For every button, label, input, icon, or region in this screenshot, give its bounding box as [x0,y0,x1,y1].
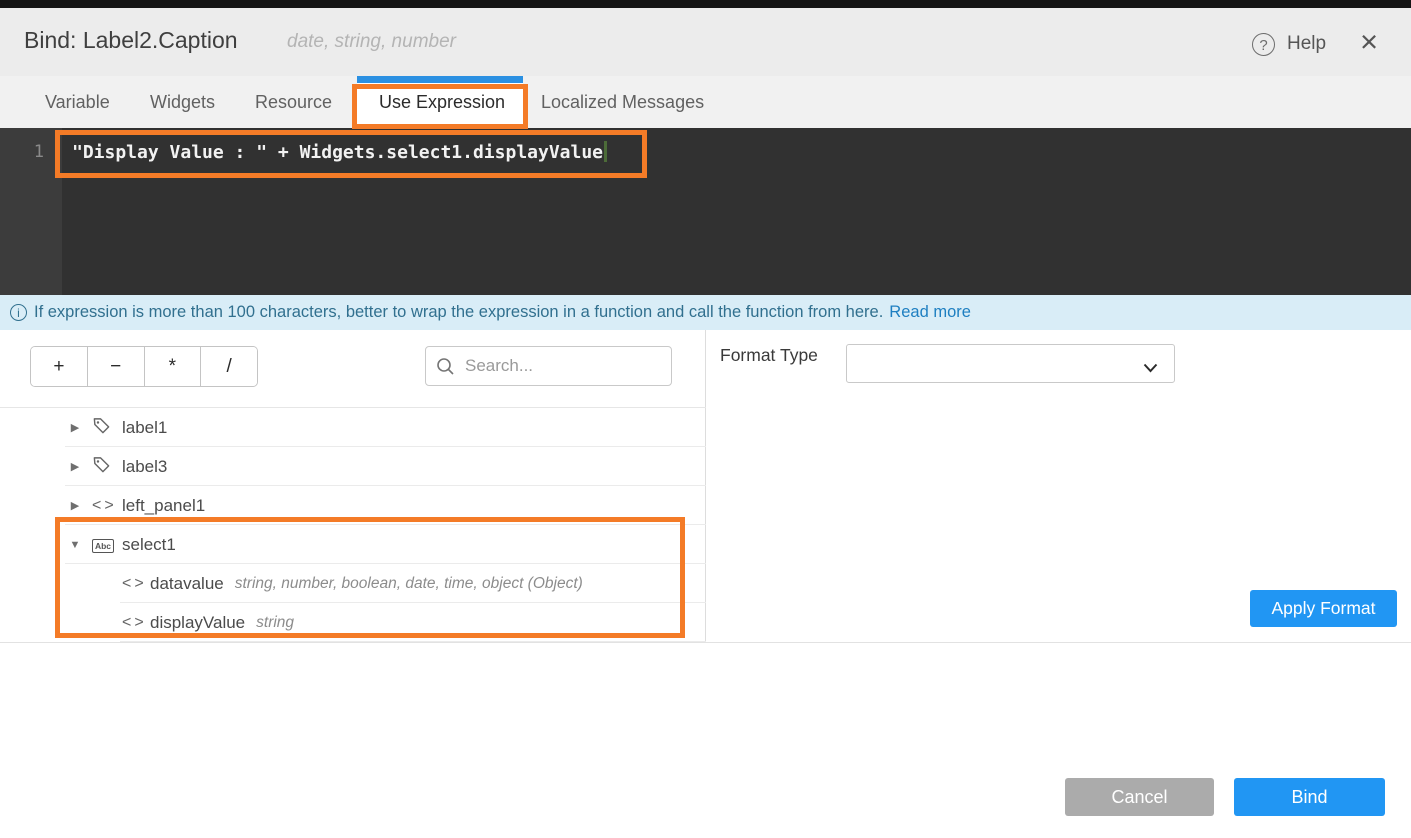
read-more-link[interactable]: Read more [889,303,971,322]
help-button[interactable]: ? Help [1252,30,1326,58]
tab-widgets[interactable]: Widgets [150,76,215,128]
tag-icon [92,455,111,479]
background-app-strip [0,0,1411,8]
caret-right-icon[interactable]: ▶ [68,460,82,473]
search-input[interactable] [463,355,661,377]
tag-icon [92,416,111,440]
dialog-subtitle: date, string, number [287,31,456,53]
operator-divide-button[interactable]: / [201,347,257,386]
tree-item-datavalue[interactable]: <> datavalue string, number, boolean, da… [0,564,706,603]
operator-add-button[interactable]: + [31,347,88,386]
tab-use-expression[interactable]: Use Expression [379,76,505,128]
expression-text: "Display Value : " + Widgets.select1.dis… [72,142,603,163]
code-icon: <> [92,497,117,515]
tree-item-label1[interactable]: ▶ label1 [0,408,706,447]
caret-right-icon[interactable]: ▶ [68,499,82,512]
operator-subtract-button[interactable]: − [88,347,145,386]
cancel-button[interactable]: Cancel [1065,778,1214,816]
code-icon: <> [122,575,147,593]
tree-item-type-hint: string, number, boolean, date, time, obj… [235,575,583,593]
operator-button-group: + − * / [30,346,258,387]
tree-item-displayvalue[interactable]: <> displayValue string [0,603,706,642]
help-icon: ? [1252,33,1275,56]
dialog-title: Bind: Label2.Caption [24,27,238,54]
tree-item-label: label3 [122,457,167,477]
caret-right-icon[interactable]: ▶ [68,421,82,434]
editor-line-number: 1 [0,142,44,162]
tab-resource[interactable]: Resource [255,76,332,128]
expression-code-line[interactable]: "Display Value : " + Widgets.select1.dis… [72,141,607,163]
caret-down-icon[interactable]: ▼ [68,539,82,551]
search-box[interactable] [425,346,672,386]
close-icon[interactable]: × [1360,22,1378,62]
tree-item-label: label1 [122,418,167,438]
select-widget-icon: Abc [92,536,114,554]
info-bar: i If expression is more than 100 charact… [0,295,1411,330]
tree-item-label3[interactable]: ▶ label3 [0,447,706,486]
footer-divider [0,642,1411,643]
tree-item-left-panel1[interactable]: ▶ <> left_panel1 [0,486,706,525]
dialog-header: Bind: Label2.Caption date, string, numbe… [0,8,1411,76]
chevron-down-icon [1143,360,1158,378]
tree-item-label: select1 [122,535,176,555]
info-icon: i [10,304,27,321]
search-icon [436,357,455,376]
format-type-label: Format Type [720,345,818,366]
info-message: If expression is more than 100 character… [34,303,883,322]
tree-item-select1[interactable]: ▼ Abc select1 [0,525,706,564]
bind-button[interactable]: Bind [1234,778,1385,816]
tab-variable[interactable]: Variable [45,76,110,128]
tab-localized-messages[interactable]: Localized Messages [541,76,704,128]
widget-tree: ▶ label1 ▶ label3 ▶ <> left_panel1 ▼ Abc… [0,408,706,642]
tree-item-label: datavalue [150,574,224,594]
code-icon: <> [122,614,147,632]
editor-caret [604,141,607,162]
tree-item-label: displayValue [150,613,245,633]
format-type-select[interactable] [846,344,1175,383]
help-label: Help [1287,33,1326,55]
operator-multiply-button[interactable]: * [145,347,202,386]
tree-item-label: left_panel1 [122,496,205,516]
apply-format-button[interactable]: Apply Format [1250,590,1397,627]
tree-item-type-hint: string [256,614,294,632]
